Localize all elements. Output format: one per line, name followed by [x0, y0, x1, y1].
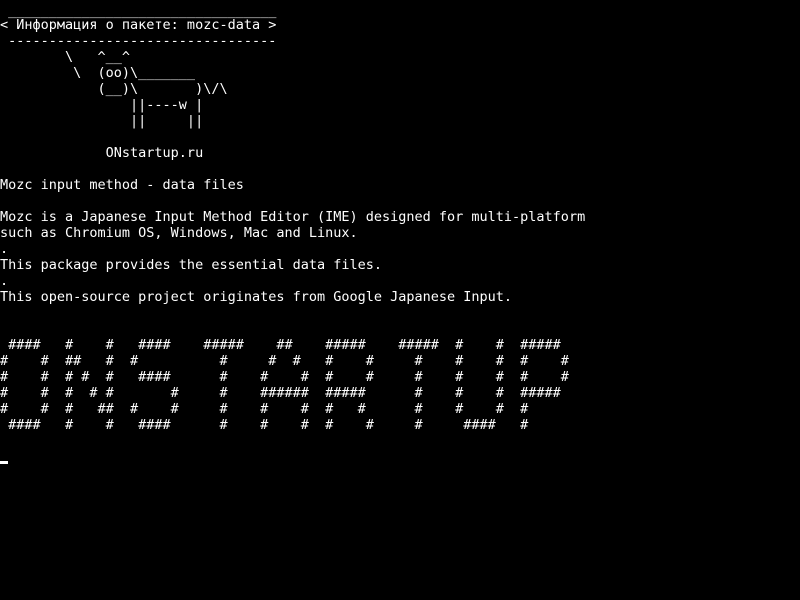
- banner-bottom-border: ---------------------------------: [0, 33, 277, 49]
- package-description-line: This package provides the essential data…: [0, 257, 383, 273]
- package-description-line: such as Chromium OS, Windows, Mac and Li…: [0, 225, 358, 241]
- banner-art-line: # # # # # # # ###### ##### # # # #####: [0, 385, 561, 401]
- cow-art-line: \ (oo)\_______: [0, 65, 196, 81]
- package-summary: Mozc input method - data files: [0, 177, 244, 193]
- cow-art-line: \ ^__^: [0, 49, 131, 65]
- package-description-line: Mozc is a Japanese Input Method Editor (…: [0, 209, 586, 225]
- text-cursor: [0, 461, 8, 464]
- cow-art-line: ||----w |: [0, 97, 204, 113]
- package-description-line: This open-source project originates from…: [0, 289, 513, 305]
- banner-art-line: # # ## # # # # # # # # # # # #: [0, 353, 569, 369]
- banner-art-line: #### # # #### # # # # # # #### #: [0, 417, 529, 433]
- banner-title: < Информация о пакете: mozc-data >: [0, 17, 277, 33]
- cow-art-line: || ||: [0, 113, 204, 129]
- terminal-screen[interactable]: _________________________________ < Инфо…: [0, 0, 800, 600]
- cow-art-line: (__)\ )\/\: [0, 81, 228, 97]
- package-description-line: .: [0, 241, 9, 257]
- banner-art-line: # # # # # #### # # # # # # # # # #: [0, 369, 569, 385]
- banner-art-line: #### # # #### ##### ## ##### ##### # # #…: [0, 337, 561, 353]
- banner-art-line: # # # ## # # # # # # # # # # #: [0, 401, 529, 417]
- package-description-line: .: [0, 273, 9, 289]
- site-label: ONstartup.ru: [0, 145, 204, 161]
